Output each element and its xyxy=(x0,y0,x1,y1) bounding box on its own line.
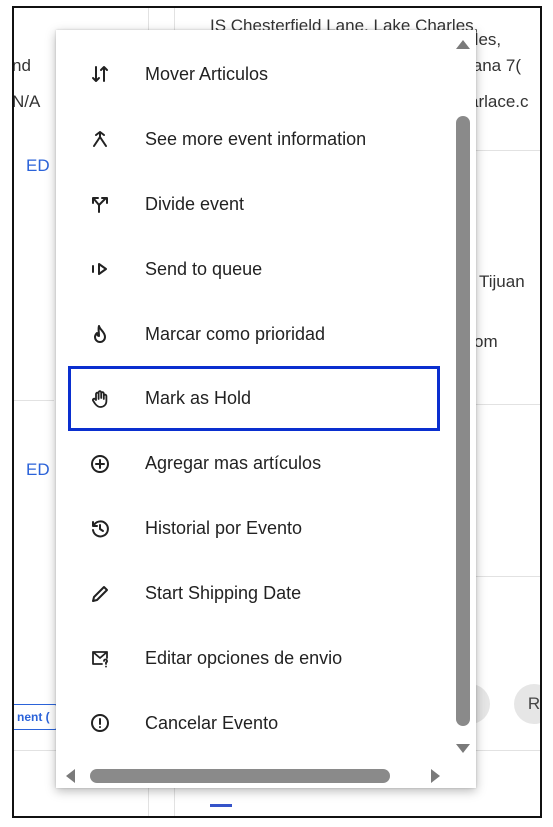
menu-item-mover-articulos[interactable]: Mover Articulos xyxy=(56,42,452,107)
table-row-divider xyxy=(474,404,540,405)
mail-question-icon xyxy=(89,647,111,669)
event-context-menu: Mover Articulos See more event informati… xyxy=(56,30,476,788)
menu-item-label: Agregar mas artículos xyxy=(145,453,322,474)
scroll-right-arrow-icon[interactable] xyxy=(431,769,440,783)
menu-item-send-to-queue[interactable]: Send to queue xyxy=(56,237,452,302)
menu-item-mark-as-hold[interactable]: Mark as Hold xyxy=(68,366,440,432)
app-frame: nd N/A ED ED nent ( IS Chesterfield Lane… xyxy=(12,6,542,818)
bg-status-tag-label: nent ( xyxy=(17,710,50,724)
scroll-left-arrow-icon[interactable] xyxy=(66,769,75,783)
menu-item-label: Historial por Evento xyxy=(145,518,303,539)
menu-item-start-shipping-date[interactable]: Start Shipping Date xyxy=(56,561,452,626)
menu-item-edit-shipping-options[interactable]: Editar opciones de envio xyxy=(56,626,452,691)
menu-item-label: Mover Articulos xyxy=(145,63,269,84)
scroll-down-arrow-icon[interactable] xyxy=(456,744,470,753)
menu-item-add-articles[interactable]: Agregar mas artículos xyxy=(56,431,452,496)
menu-item-see-more-info[interactable]: See more event information xyxy=(56,107,452,172)
flame-icon xyxy=(89,323,111,345)
table-row-divider xyxy=(474,150,540,151)
horizontal-scrollbar-thumb[interactable] xyxy=(90,769,390,783)
bg-cell-text: N/A xyxy=(12,92,41,111)
bg-cell-text: nd xyxy=(12,56,31,75)
menu-item-label: See more event information xyxy=(145,128,367,149)
menu-item-label: Marcar como prioridad xyxy=(145,323,326,344)
menu-item-divide-event[interactable]: Divide event xyxy=(56,172,452,237)
bg-status-tag: nent ( xyxy=(14,704,57,730)
sort-arrows-icon xyxy=(89,63,111,85)
horizontal-scrollbar[interactable] xyxy=(62,768,450,784)
pencil-icon xyxy=(89,583,111,605)
menu-item-label: Send to queue xyxy=(145,258,263,279)
bg-cell-text: om xyxy=(474,332,498,351)
menu-item-label: Start Shipping Date xyxy=(145,583,302,604)
bg-edit-link[interactable]: ED xyxy=(26,460,50,480)
bg-cell-text: Tijuan xyxy=(479,272,525,291)
hand-icon xyxy=(89,388,111,410)
vertical-scrollbar-thumb[interactable] xyxy=(456,116,470,726)
table-row-divider xyxy=(474,576,540,577)
bg-edit-link[interactable]: ED xyxy=(26,156,50,176)
menu-item-label: Divide event xyxy=(145,193,245,214)
table-row-divider xyxy=(14,400,54,401)
menu-item-label: Editar opciones de envio xyxy=(145,647,343,668)
scroll-up-arrow-icon[interactable] xyxy=(456,40,470,49)
menu-item-event-history[interactable]: Historial por Evento xyxy=(56,496,452,561)
send-queue-icon xyxy=(89,258,111,280)
merge-arrow-icon xyxy=(89,128,111,150)
bg-action-chip[interactable]: R xyxy=(514,684,540,724)
menu-list: Mover Articulos See more event informati… xyxy=(56,42,452,756)
bg-cell-text: iana 7( xyxy=(469,56,521,75)
split-arrow-icon xyxy=(89,193,111,215)
bg-cell-text: arlace.c xyxy=(469,92,529,111)
alert-circle-icon xyxy=(89,712,111,734)
vertical-scrollbar[interactable] xyxy=(454,40,472,753)
menu-item-cancel-event[interactable]: Cancelar Evento xyxy=(56,691,452,756)
menu-item-label: Cancelar Evento xyxy=(145,712,279,733)
menu-item-label: Mark as Hold xyxy=(145,388,252,409)
add-circle-icon xyxy=(89,453,111,475)
history-icon xyxy=(89,518,111,540)
menu-item-mark-priority[interactable]: Marcar como prioridad xyxy=(56,302,452,367)
calendar-icon xyxy=(210,804,232,814)
